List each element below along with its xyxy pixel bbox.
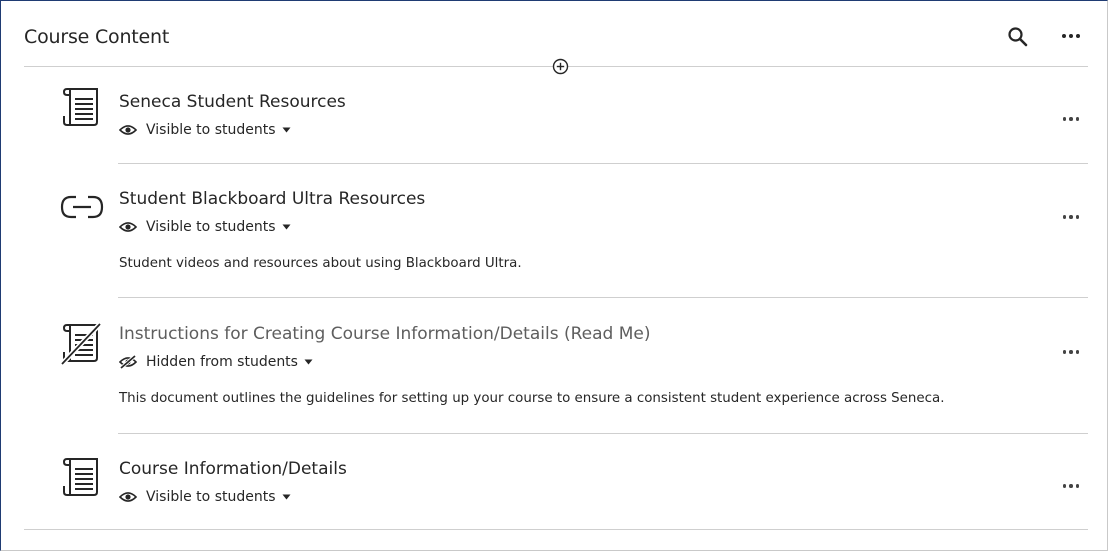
eye-icon: [119, 222, 137, 232]
visibility-dropdown[interactable]: Visible to students: [119, 489, 291, 505]
search-button[interactable]: [1007, 26, 1029, 48]
content-item-title[interactable]: Student Blackboard Ultra Resources: [119, 189, 425, 209]
caret-down-icon: [304, 359, 313, 365]
item-divider: [118, 297, 1088, 298]
content-item-description: This document outlines the guidelines fo…: [119, 391, 945, 406]
caret-down-icon: [282, 224, 290, 230]
visibility-dropdown[interactable]: Visible to students: [119, 122, 291, 138]
visibility-label: Visible to students: [146, 219, 276, 235]
list-bottom-divider: [24, 529, 1088, 530]
course-content-more-options-button[interactable]: [1059, 26, 1083, 46]
visibility-label: Visible to students: [146, 122, 276, 138]
search-icon: [1008, 27, 1028, 47]
item-divider: [118, 433, 1088, 434]
more-options-icon: [1059, 345, 1083, 359]
caret-down-icon: [282, 494, 290, 500]
content-item-description: Student videos and resources about using…: [119, 256, 522, 271]
visibility-label: Visible to students: [146, 489, 276, 505]
visibility-dropdown[interactable]: Hidden from students: [119, 354, 313, 370]
eye-icon: [119, 125, 137, 135]
item-more-options-button[interactable]: [1059, 479, 1083, 493]
content-item-title[interactable]: Seneca Student Resources: [119, 92, 346, 112]
add-content-icon: [552, 58, 569, 75]
visibility-dropdown[interactable]: Visible to students: [119, 219, 291, 235]
page-title: Course Content: [24, 26, 170, 48]
content-item-title[interactable]: Instructions for Creating Course Informa…: [119, 324, 650, 344]
visibility-label: Hidden from students: [146, 354, 298, 370]
more-options-icon: [1059, 26, 1083, 46]
item-more-options-button[interactable]: [1059, 345, 1083, 359]
content-item-title[interactable]: Course Information/Details: [119, 459, 347, 479]
document-icon[interactable]: [61, 85, 105, 129]
add-content-button[interactable]: [552, 58, 569, 75]
item-divider: [118, 163, 1088, 164]
document-icon[interactable]: [61, 455, 105, 499]
course-content-panel: Course Content Seneca Student Resources …: [0, 0, 1108, 551]
item-more-options-button[interactable]: [1059, 112, 1083, 126]
more-options-icon: [1059, 479, 1083, 493]
link-icon[interactable]: [59, 185, 104, 229]
eye-icon: [119, 492, 137, 502]
more-options-icon: [1059, 112, 1083, 126]
hidden-document-icon[interactable]: [60, 321, 105, 366]
item-more-options-button[interactable]: [1059, 210, 1083, 224]
eye-slash-icon: [119, 355, 137, 369]
caret-down-icon: [282, 127, 290, 133]
more-options-icon: [1059, 210, 1083, 224]
